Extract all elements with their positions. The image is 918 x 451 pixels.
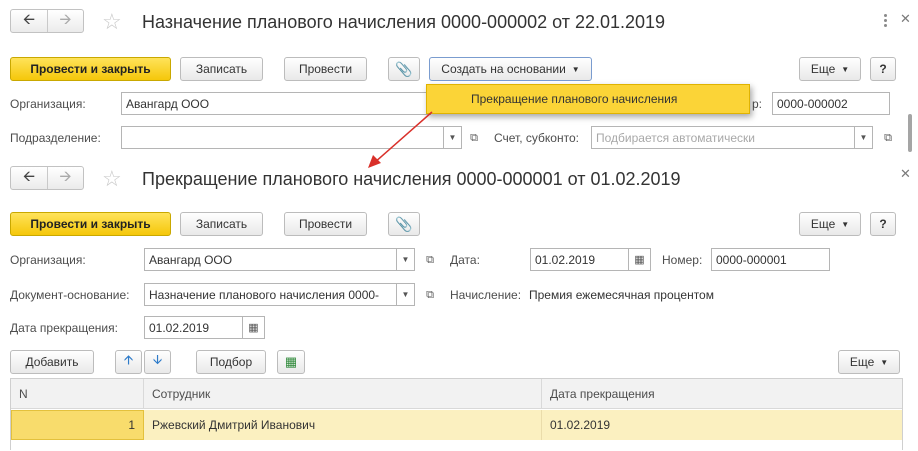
scrollbar[interactable] (906, 94, 914, 160)
open-icon[interactable]: ⧉ (465, 129, 483, 147)
arrow-annotation (368, 111, 433, 168)
open-icon[interactable]: ⧉ (879, 129, 897, 147)
open-icon[interactable]: ⧉ (421, 286, 439, 304)
doc2-title: Прекращение планового начисления 0000-00… (142, 169, 681, 189)
doc1-post-close-button[interactable]: Провести и закрыть (10, 57, 171, 81)
doc1-create-basis-button[interactable]: Создать на основании ▼ (429, 57, 592, 81)
star-icon[interactable]: ☆ (102, 168, 122, 190)
dropdown-item-label: Прекращение планового начисления (471, 92, 678, 106)
doc2-date-value: 01.02.2019 (535, 252, 596, 267)
create-basis-label: Создать на основании (441, 62, 566, 76)
doc2-more-button[interactable]: Еще ▼ (799, 212, 861, 236)
doc1-more-button[interactable]: Еще ▼ (799, 57, 861, 81)
doc1-account-field[interactable]: Подбирается автоматически (591, 126, 855, 149)
doc1-account-label: Счет, субконто: (494, 131, 579, 145)
doc2-save-button[interactable]: Записать (180, 212, 263, 236)
open-icon[interactable]: ⧉ (421, 251, 439, 269)
forward-icon[interactable]: 🡪 (47, 10, 83, 32)
doc2-basis-value: Назначение планового начисления 0000- (149, 287, 380, 302)
doc2-org-field[interactable]: Авангард ООО (144, 248, 397, 271)
chevron-down-icon: ▼ (880, 357, 889, 367)
doc1-nav-group: 🡨 🡪 (10, 9, 84, 33)
doc2-nav-group: 🡨 🡪 (10, 166, 84, 190)
chevron-down-icon: ▼ (841, 64, 850, 74)
table-more-label: Еще (849, 355, 875, 369)
doc2-help-button[interactable]: ? (870, 212, 896, 236)
doc1-post-button[interactable]: Провести (284, 57, 367, 81)
doc2-number-value: 0000-000001 (716, 252, 787, 267)
select-button[interactable]: Подбор (196, 350, 266, 374)
back-icon[interactable]: 🡨 (11, 167, 47, 189)
doc2-date-field[interactable]: 01.02.2019 (530, 248, 629, 271)
employees-table: N Сотрудник Дата прекращения 1 Ржевский … (10, 378, 903, 451)
doc2-basis-field[interactable]: Назначение планового начисления 0000- (144, 283, 397, 306)
doc1-org-value: Авангард ООО (126, 96, 210, 111)
doc1-account-placeholder: Подбирается автоматически (596, 130, 755, 145)
calendar-icon[interactable]: ▦ (243, 316, 265, 339)
add-row-button[interactable]: Добавить (10, 350, 94, 374)
doc2-close-icon[interactable]: ✕ (900, 166, 911, 182)
doc1-more-label: Еще (810, 62, 836, 76)
doc2-org-value: Авангард ООО (149, 252, 233, 267)
doc2-org-dropdown-button[interactable]: ▼ (397, 248, 415, 271)
doc2-accrual-value: Премия ежемесячная процентом (529, 288, 714, 302)
create-basis-menu-item[interactable]: Прекращение планового начисления (426, 84, 750, 114)
doc1-help-button[interactable]: ? (870, 57, 896, 81)
doc1-number-value: 0000-000002 (777, 96, 848, 111)
column-header-stop-date[interactable]: Дата прекращения (542, 379, 902, 409)
doc2-stop-date-value: 01.02.2019 (149, 320, 210, 335)
star-icon[interactable]: ☆ (102, 11, 122, 33)
doc1-title: Назначение планового начисления 0000-000… (142, 12, 666, 32)
doc1-menu-icon[interactable] (884, 14, 887, 29)
stop-date-cell[interactable]: 01.02.2019 (542, 410, 902, 440)
doc1-org-label: Организация: (10, 97, 86, 111)
chevron-down-icon: ▼ (571, 64, 580, 74)
table-row[interactable]: 1 Ржевский Дмитрий Иванович 01.02.2019 (11, 410, 902, 440)
empty-table-row (11, 440, 902, 451)
employee-cell[interactable]: Ржевский Дмитрий Иванович (144, 410, 542, 440)
doc2-accrual-label: Начисление: (450, 288, 522, 302)
doc2-post-close-button[interactable]: Провести и закрыть (10, 212, 171, 236)
doc1-account-dropdown-button[interactable]: ▼ (855, 126, 873, 149)
doc2-stop-date-field[interactable]: 01.02.2019 (144, 316, 243, 339)
doc2-post-button[interactable]: Провести (284, 212, 367, 236)
doc2-date-label: Дата: (450, 253, 480, 267)
doc2-more-label: Еще (810, 217, 836, 231)
table-fill-icon[interactable]: ▦ (277, 350, 305, 374)
doc1-number-label: р: (752, 97, 763, 111)
doc1-paperclip-icon[interactable]: 📎 (388, 57, 420, 81)
doc2-basis-dropdown-button[interactable]: ▼ (397, 283, 415, 306)
doc1-dept-dropdown-button[interactable]: ▼ (444, 126, 462, 149)
doc1-save-button[interactable]: Записать (180, 57, 263, 81)
row-number-cell[interactable]: 1 (11, 410, 144, 440)
doc1-number-field[interactable]: 0000-000002 (772, 92, 890, 115)
column-header-employee[interactable]: Сотрудник (144, 379, 542, 409)
chevron-down-icon: ▼ (841, 219, 850, 229)
table-more-button[interactable]: Еще ▼ (838, 350, 900, 374)
table-header: N Сотрудник Дата прекращения (11, 379, 902, 409)
doc2-stop-date-label: Дата прекращения: (10, 321, 118, 335)
doc2-number-label: Номер: (662, 253, 703, 267)
doc2-number-field[interactable]: 0000-000001 (711, 248, 830, 271)
column-header-n[interactable]: N (11, 379, 144, 409)
doc1-close-icon[interactable]: ✕ (900, 11, 911, 27)
doc1-dept-label: Подразделение: (10, 131, 101, 145)
doc2-basis-label: Документ-основание: (10, 288, 130, 302)
doc2-paperclip-icon[interactable]: 📎 (388, 212, 420, 236)
back-icon[interactable]: 🡨 (11, 10, 47, 32)
move-down-icon[interactable]: 🡫 (144, 350, 171, 374)
forward-icon[interactable]: 🡪 (47, 167, 83, 189)
calendar-icon[interactable]: ▦ (629, 248, 651, 271)
doc2-org-label: Организация: (10, 253, 86, 267)
scrollbar-thumb[interactable] (908, 114, 912, 152)
move-up-icon[interactable]: 🡩 (115, 350, 142, 374)
